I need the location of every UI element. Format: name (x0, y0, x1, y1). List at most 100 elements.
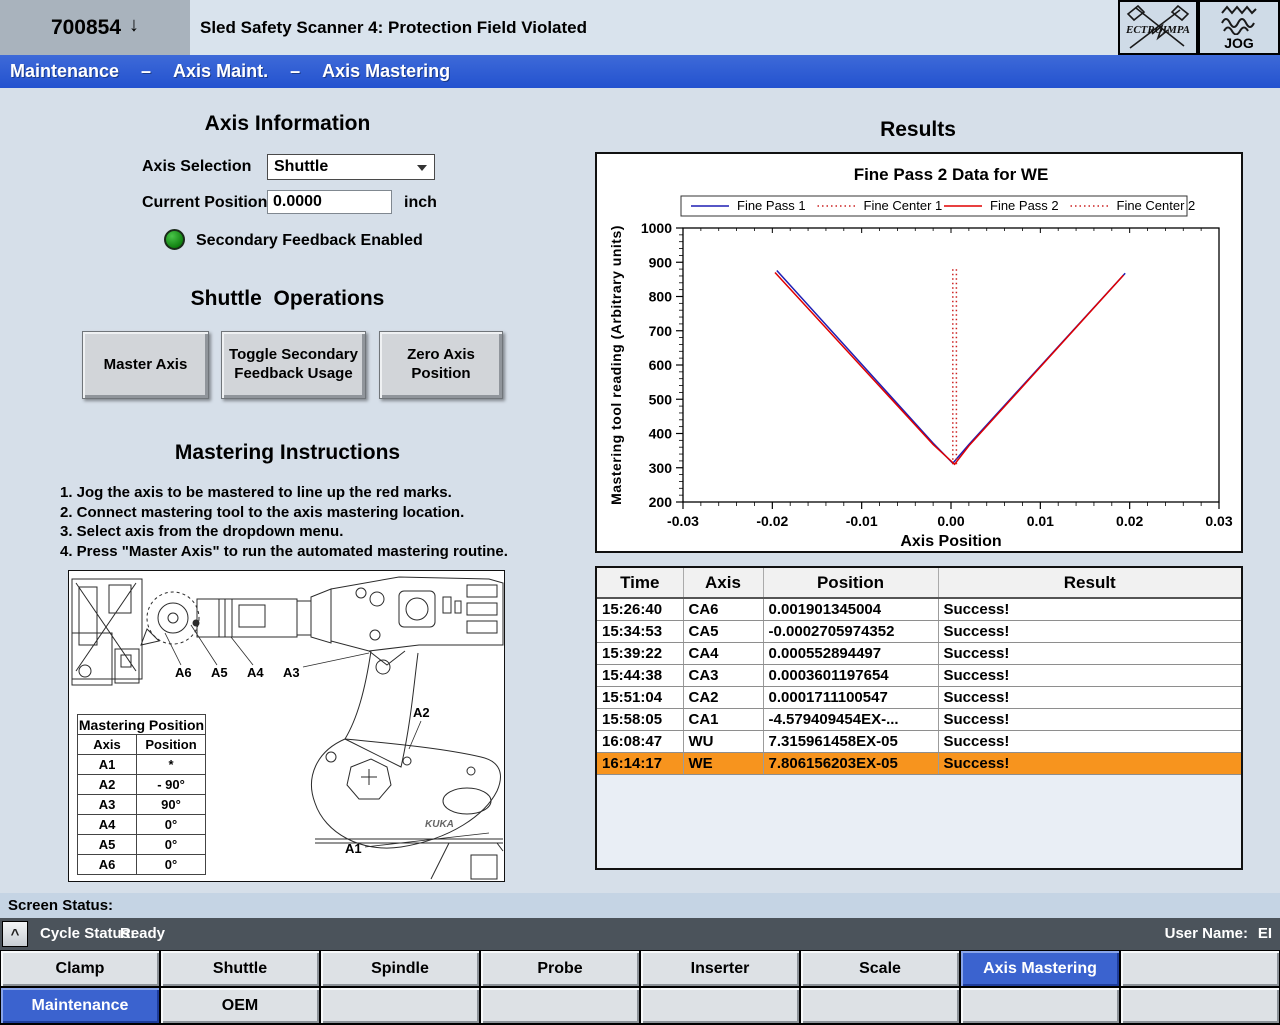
menu-button-scale[interactable]: Scale (801, 951, 959, 986)
result-row[interactable]: 15:51:04CA20.0001711100547Success! (597, 687, 1241, 709)
svg-text:Fine Center 2: Fine Center 2 (1117, 198, 1196, 213)
secondary-feedback-led-icon (164, 229, 185, 250)
menu-button-probe[interactable]: Probe (481, 951, 639, 986)
svg-text:Fine Center 1: Fine Center 1 (864, 198, 943, 213)
chevron-down-icon (417, 165, 427, 171)
svg-text:500: 500 (649, 391, 673, 407)
breadcrumb-separator: – (141, 61, 151, 82)
svg-text:900: 900 (649, 254, 673, 270)
svg-text:-0.03: -0.03 (667, 513, 699, 529)
result-row[interactable]: 15:26:40CA60.001901345004Success! (597, 598, 1241, 621)
result-row[interactable]: 16:08:47WU7.315961458EX-05Success! (597, 731, 1241, 753)
svg-text:0.03: 0.03 (1205, 513, 1232, 529)
robot-brand-text: KUKA (425, 819, 454, 830)
shuttle-operations-title: Shuttle Operations (60, 287, 515, 311)
svg-text:400: 400 (649, 426, 673, 442)
mastering-position-row: A50° (78, 835, 206, 855)
menu-button-empty (1121, 988, 1279, 1023)
callout-a3: A3 (283, 665, 300, 680)
breadcrumb-item-axis-mastering[interactable]: Axis Mastering (322, 61, 450, 82)
toggle-secondary-feedback-button[interactable]: Toggle Secondary Feedback Usage (221, 331, 366, 399)
chevron-up-icon: ^ (11, 926, 20, 943)
menu-button-empty (481, 988, 639, 1023)
alarm-message: Sled Safety Scanner 4: Protection Field … (200, 0, 587, 55)
menu-button-axis-mastering[interactable]: Axis Mastering (961, 951, 1119, 986)
axis-selection-dropdown[interactable]: Shuttle (267, 154, 435, 180)
alarm-bar: 700854 ↓ Sled Safety Scanner 4: Protecti… (0, 0, 1280, 55)
svg-text:300: 300 (649, 460, 673, 476)
collapse-button[interactable]: ^ (2, 921, 28, 947)
current-position-label: Current Position (142, 194, 267, 212)
svg-text:Fine Pass 1: Fine Pass 1 (737, 198, 806, 213)
softkey-menu: ClampShuttleSpindleProbeInserterScaleAxi… (0, 950, 1280, 1025)
callout-a1: A1 (345, 841, 362, 856)
svg-text:-0.02: -0.02 (756, 513, 788, 529)
axis-selection-value: Shuttle (274, 158, 328, 176)
crossed-tools-icon: ECTROIMPA (1122, 4, 1194, 52)
menu-button-empty (801, 988, 959, 1023)
svg-text:700: 700 (649, 323, 673, 339)
result-row[interactable]: 15:44:38CA30.0003601197654Success! (597, 665, 1241, 687)
svg-text:0.01: 0.01 (1027, 513, 1054, 529)
master-axis-button[interactable]: Master Axis (82, 331, 209, 399)
instruction-step: 1. Jog the axis to be mastered to line u… (60, 483, 508, 503)
alarm-number-box[interactable]: 700854 ↓ (0, 0, 190, 55)
zero-axis-position-button[interactable]: Zero Axis Position (379, 331, 503, 399)
current-position-unit: inch (404, 194, 437, 212)
results-col-time: Time (597, 568, 683, 598)
result-row[interactable]: 15:58:05CA1-4.579409454EX-...Success! (597, 709, 1241, 731)
svg-text:600: 600 (649, 357, 673, 373)
mastering-position-row: A390° (78, 795, 206, 815)
cycle-status-bar: ^ Cycle Status: Ready User Name: EI (0, 918, 1280, 950)
callout-a6: A6 (175, 665, 192, 680)
current-position-input[interactable] (267, 190, 392, 214)
results-title: Results (640, 118, 1196, 142)
instruction-step: 4. Press "Master Axis" to run the automa… (60, 542, 508, 562)
result-row[interactable]: 15:39:22CA40.000552894497Success! (597, 643, 1241, 665)
user-name-value: EI (1258, 925, 1272, 942)
callout-a2: A2 (413, 705, 430, 720)
breadcrumb: Maintenance – Axis Maint. – Axis Masteri… (0, 55, 1280, 88)
svg-text:800: 800 (649, 289, 673, 305)
brand-logo: ECTROIMPA (1118, 0, 1198, 55)
breadcrumb-item-axis-maint[interactable]: Axis Maint. (173, 61, 268, 82)
screen-status-label: Screen Status: (8, 897, 113, 914)
mastering-position-row: A1* (78, 755, 206, 775)
mastering-instructions-title: Mastering Instructions (40, 441, 535, 465)
menu-button-oem[interactable]: OEM (161, 988, 319, 1023)
menu-button-clamp[interactable]: Clamp (1, 951, 159, 986)
instruction-step: 3. Select axis from the dropdown menu. (60, 522, 508, 542)
svg-text:Fine Pass 2 Data for WE: Fine Pass 2 Data for WE (854, 165, 1049, 184)
jog-button[interactable]: JOG (1198, 0, 1280, 55)
svg-text:200: 200 (649, 494, 673, 510)
results-col-position: Position (763, 568, 938, 598)
jog-waves-icon (1218, 5, 1260, 35)
menu-button-shuttle[interactable]: Shuttle (161, 951, 319, 986)
cycle-status-value: Ready (120, 925, 165, 942)
alarm-number: 700854 (51, 16, 121, 40)
menu-button-empty (641, 988, 799, 1023)
callout-a5: A5 (211, 665, 228, 680)
svg-text:0.02: 0.02 (1116, 513, 1143, 529)
mastering-instructions-list: 1. Jog the axis to be mastered to line u… (60, 483, 508, 561)
result-row[interactable]: 16:14:17WE7.806156203EX-05Success! (597, 753, 1241, 775)
axis-information-title: Axis Information (60, 112, 515, 136)
results-chart: Fine Pass 2 Data for WE Fine Pass 1 Fine C… (595, 152, 1243, 553)
mastering-position-row: A60° (78, 855, 206, 875)
svg-text:1000: 1000 (641, 220, 672, 236)
alarm-dropdown-arrow-icon[interactable]: ↓ (129, 14, 139, 37)
results-table: TimeAxisPositionResult 15:26:40CA60.0019… (597, 568, 1241, 775)
menu-button-inserter[interactable]: Inserter (641, 951, 799, 986)
menu-button-empty (1121, 951, 1279, 986)
brand-logo-text: ECTROIMPA (1125, 24, 1190, 36)
instruction-step: 2. Connect mastering tool to the axis ma… (60, 503, 508, 523)
breadcrumb-item-maintenance[interactable]: Maintenance (10, 61, 119, 82)
mastering-position-row: A2- 90° (78, 775, 206, 795)
mp-col-position: Position (137, 735, 206, 755)
menu-button-maintenance[interactable]: Maintenance (1, 988, 159, 1023)
menu-button-spindle[interactable]: Spindle (321, 951, 479, 986)
mastering-position-table-title: Mastering Position (78, 715, 206, 735)
result-row[interactable]: 15:34:53CA5-0.0002705974352Success! (597, 621, 1241, 643)
svg-text:0.00: 0.00 (937, 513, 964, 529)
svg-text:Axis Position: Axis Position (900, 533, 1001, 550)
